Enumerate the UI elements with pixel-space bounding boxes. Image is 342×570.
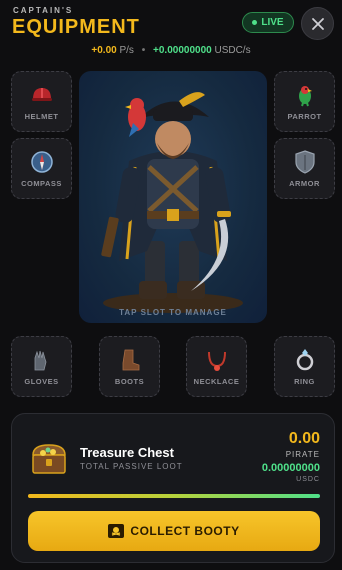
slot-gloves[interactable]: GLOVES — [11, 336, 72, 397]
usdc-unit: USDC — [296, 476, 320, 483]
compass-icon — [29, 149, 55, 175]
slot-label: GLOVES — [24, 377, 59, 386]
usdc-total: 0.00000000 — [261, 462, 320, 474]
slot-necklace[interactable]: NECKLACE — [186, 336, 247, 397]
treasure-title: Treasure Chest — [80, 445, 174, 460]
pirate-rate-unit: P/s — [119, 45, 134, 56]
collect-booty-button[interactable]: COLLECT BOOTY — [28, 511, 320, 551]
necklace-icon — [204, 347, 230, 373]
loot-progress-fill — [28, 494, 320, 498]
header: CAPTAIN'S EQUIPMENT LIVE +0.00 P/s • +0.… — [0, 0, 342, 64]
pirate-captain-illustration — [101, 92, 243, 313]
treasure-chest-icon — [29, 441, 69, 477]
pirate-unit: PIRATE — [285, 450, 320, 459]
close-icon — [311, 17, 324, 30]
tap-slot-hint: TAP SLOT TO MANAGE — [119, 308, 227, 317]
slot-helmet[interactable]: HELMET — [11, 71, 72, 132]
page-title: EQUIPMENT — [12, 16, 140, 38]
usdc-rate: +0.00000000 — [153, 45, 212, 56]
captain-portrait[interactable]: TAP SLOT TO MANAGE — [79, 71, 267, 323]
helmet-icon — [29, 82, 55, 108]
boot-icon — [117, 347, 143, 373]
collect-button-label: COLLECT BOOTY — [130, 524, 240, 538]
slot-label: PARROT — [287, 112, 322, 121]
live-badge: LIVE — [242, 12, 294, 33]
loot-progress-bar — [28, 494, 320, 498]
slot-armor[interactable]: ARMOR — [274, 138, 335, 199]
slot-boots[interactable]: BOOTS — [99, 336, 160, 397]
page-subtitle: CAPTAIN'S — [13, 6, 74, 15]
live-dot-icon — [252, 20, 258, 25]
slot-label: RING — [294, 377, 315, 386]
parrot-icon — [292, 82, 318, 108]
live-label: LIVE — [261, 17, 284, 28]
slot-label: HELMET — [24, 112, 59, 121]
usdc-rate-unit: USDC/s — [214, 45, 251, 56]
close-button[interactable] — [301, 7, 334, 40]
pirate-total: 0.00 — [288, 430, 320, 447]
ring-icon — [292, 347, 318, 373]
pirate-flag-icon — [108, 524, 125, 538]
slot-label: NECKLACE — [193, 377, 240, 386]
slot-label: COMPASS — [21, 179, 62, 188]
rate-separator: • — [141, 45, 146, 56]
treasure-chest-card: Treasure Chest TOTAL PASSIVE LOOT 0.00 P… — [11, 413, 335, 563]
treasure-subtitle: TOTAL PASSIVE LOOT — [80, 462, 183, 471]
slot-parrot[interactable]: PARROT — [274, 71, 335, 132]
slot-ring[interactable]: RING — [274, 336, 335, 397]
gloves-icon — [29, 347, 55, 373]
slot-compass[interactable]: COMPASS — [11, 138, 72, 199]
pirate-rate: +0.00 — [91, 45, 117, 56]
shield-icon — [292, 149, 318, 175]
slot-label: BOOTS — [114, 377, 145, 386]
slot-label: ARMOR — [289, 179, 320, 188]
rate-line: +0.00 P/s • +0.00000000 USDC/s — [0, 45, 342, 56]
